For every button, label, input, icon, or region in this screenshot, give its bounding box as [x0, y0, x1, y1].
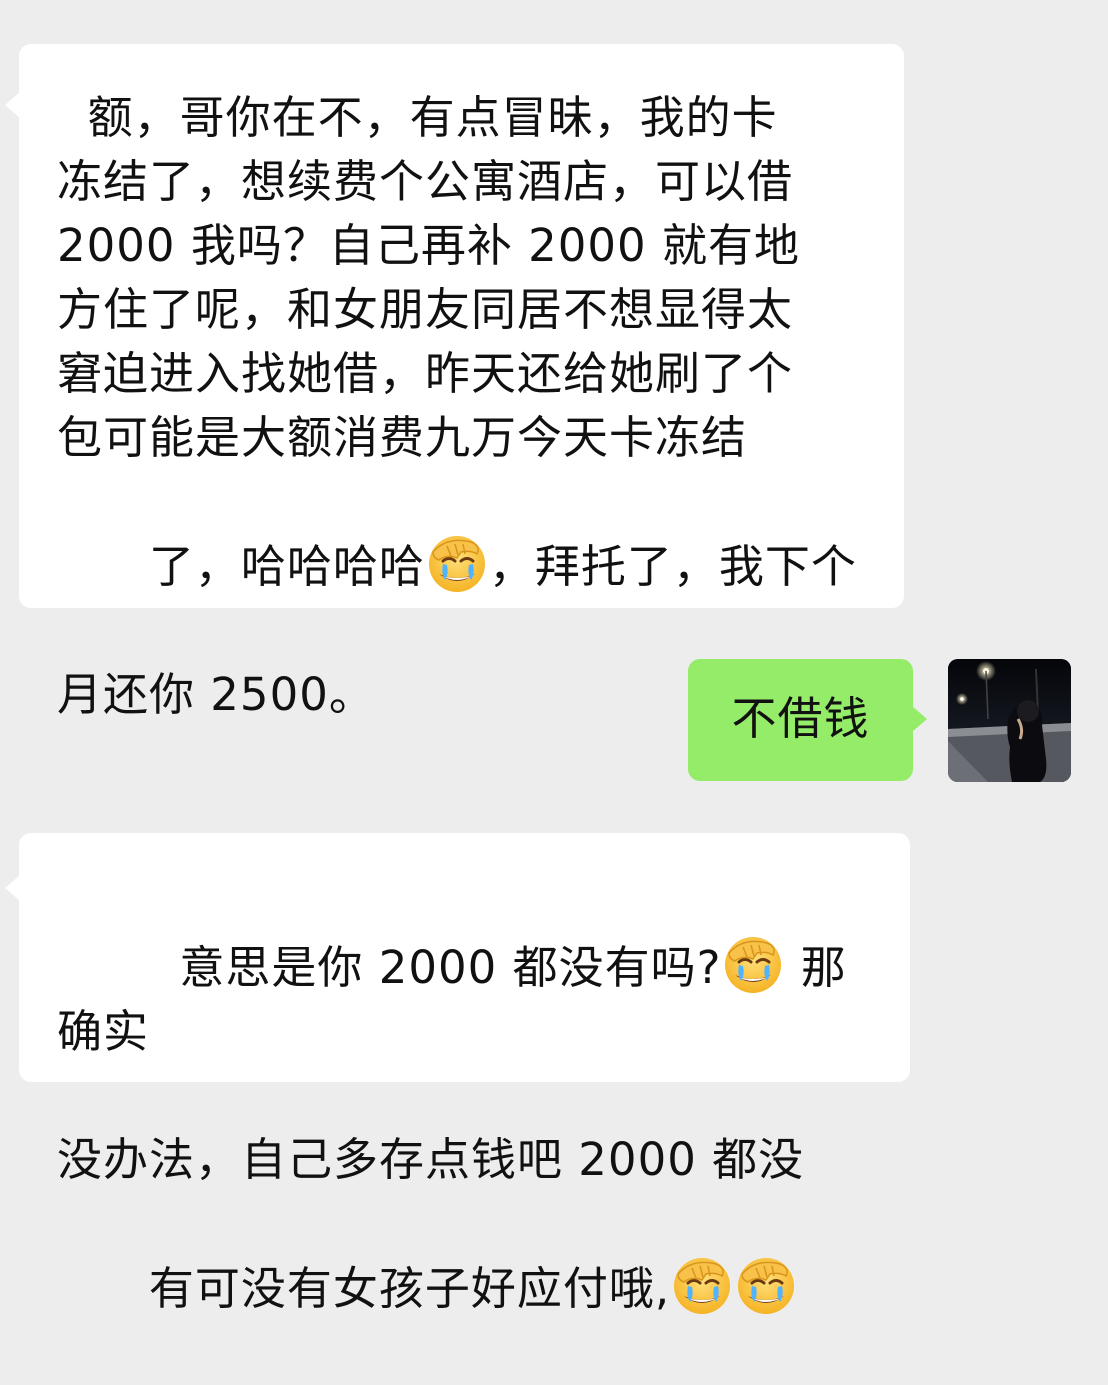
- facepalm-crying-emoji-icon: [723, 935, 783, 995]
- bubble-tail: [912, 706, 927, 732]
- outgoing-message-bubble[interactable]: 不借钱: [688, 659, 927, 781]
- facepalm-crying-emoji-icon: [736, 1256, 796, 1316]
- bubble-tail: [5, 92, 20, 118]
- message-fragment: 了，哈哈哈哈: [148, 540, 425, 593]
- user-avatar-photo-icon: [948, 659, 1071, 782]
- bubble-tail: [5, 875, 20, 901]
- incoming-message-bubble[interactable]: 额，哥你在不，有点冒昧，我的卡 冻结了，想续费个公寓酒店，可以借 2000 我吗…: [5, 44, 904, 721]
- message-line-with-emoji: 有可没有女孩子好应付哦,: [57, 1192, 890, 1385]
- message-line: 冻结了，想续费个公寓酒店，可以借: [57, 155, 794, 208]
- user-avatar[interactable]: [948, 659, 1071, 782]
- message-line-with-emoji: 意思是你 2000 都没有吗? 那确实: [57, 871, 890, 1128]
- incoming-message-bubble[interactable]: 意思是你 2000 都没有吗? 那确实 没办法，自己多存点钱吧 2000 都没 …: [5, 833, 910, 1082]
- message-line: 额，哥你在不，有点冒昧，我的卡: [57, 91, 778, 144]
- message-fragment: ，拜托了，我下个: [488, 540, 857, 593]
- facepalm-crying-emoji-icon: [427, 534, 487, 594]
- message-fragment: 意思是你 2000 都没有吗?: [148, 941, 722, 994]
- message-line: 窘迫进入找她借，昨天还给她刷了个: [57, 347, 794, 400]
- message-line: 包可能是大额消费九万今天卡冻结: [57, 411, 748, 464]
- facepalm-crying-emoji-icon: [672, 1256, 732, 1316]
- message-line: 2000 我吗？自己再补 2000 就有地: [57, 219, 800, 272]
- message-fragment: 有可没有女孩子好应付哦,: [148, 1262, 671, 1315]
- message-line: 没办法，自己多存点钱吧 2000 都没: [57, 1133, 805, 1186]
- message-line-with-emoji: 了，哈哈哈哈 ，拜托了，我下个: [57, 470, 884, 663]
- message-text: 不借钱: [731, 692, 870, 745]
- message-line: 方住了呢，和女朋友同居不想显得太: [57, 283, 794, 336]
- chat-window: 额，哥你在不，有点冒昧，我的卡 冻结了，想续费个公寓酒店，可以借 2000 我吗…: [0, 0, 1108, 1153]
